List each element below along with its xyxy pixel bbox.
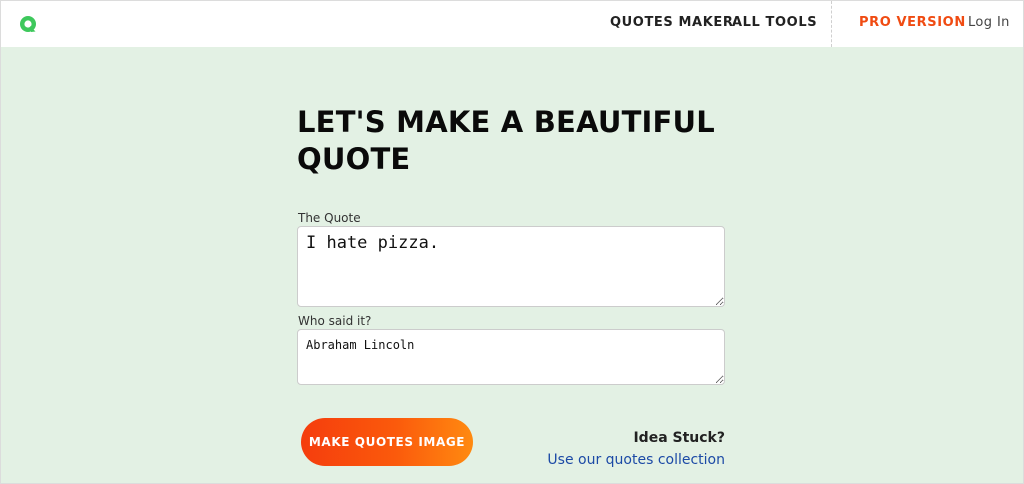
author-label: Who said it? [298,314,372,328]
quotes-collection-link[interactable]: Use our quotes collection [547,452,725,468]
top-nav: QUOTES MAKER ALL TOOLS PRO VERSION Log I… [1,1,1023,47]
author-textarea[interactable] [297,329,725,385]
quote-label: The Quote [298,211,361,225]
quote-textarea[interactable] [297,226,725,307]
logo-icon[interactable] [18,14,38,34]
nav-pro-version[interactable]: PRO VERSION [859,15,966,30]
nav-divider [831,1,832,47]
page-title: LET'S MAKE A BEAUTIFUL QUOTE [297,105,715,176]
idea-stuck-heading: Idea Stuck? [633,430,725,446]
nav-all-tools[interactable]: ALL TOOLS [732,15,817,30]
login-link[interactable]: Log In [968,15,1010,30]
make-quotes-image-button[interactable]: MAKE QUOTES IMAGE [301,418,473,466]
nav-quotes-maker[interactable]: QUOTES MAKER [610,15,733,30]
